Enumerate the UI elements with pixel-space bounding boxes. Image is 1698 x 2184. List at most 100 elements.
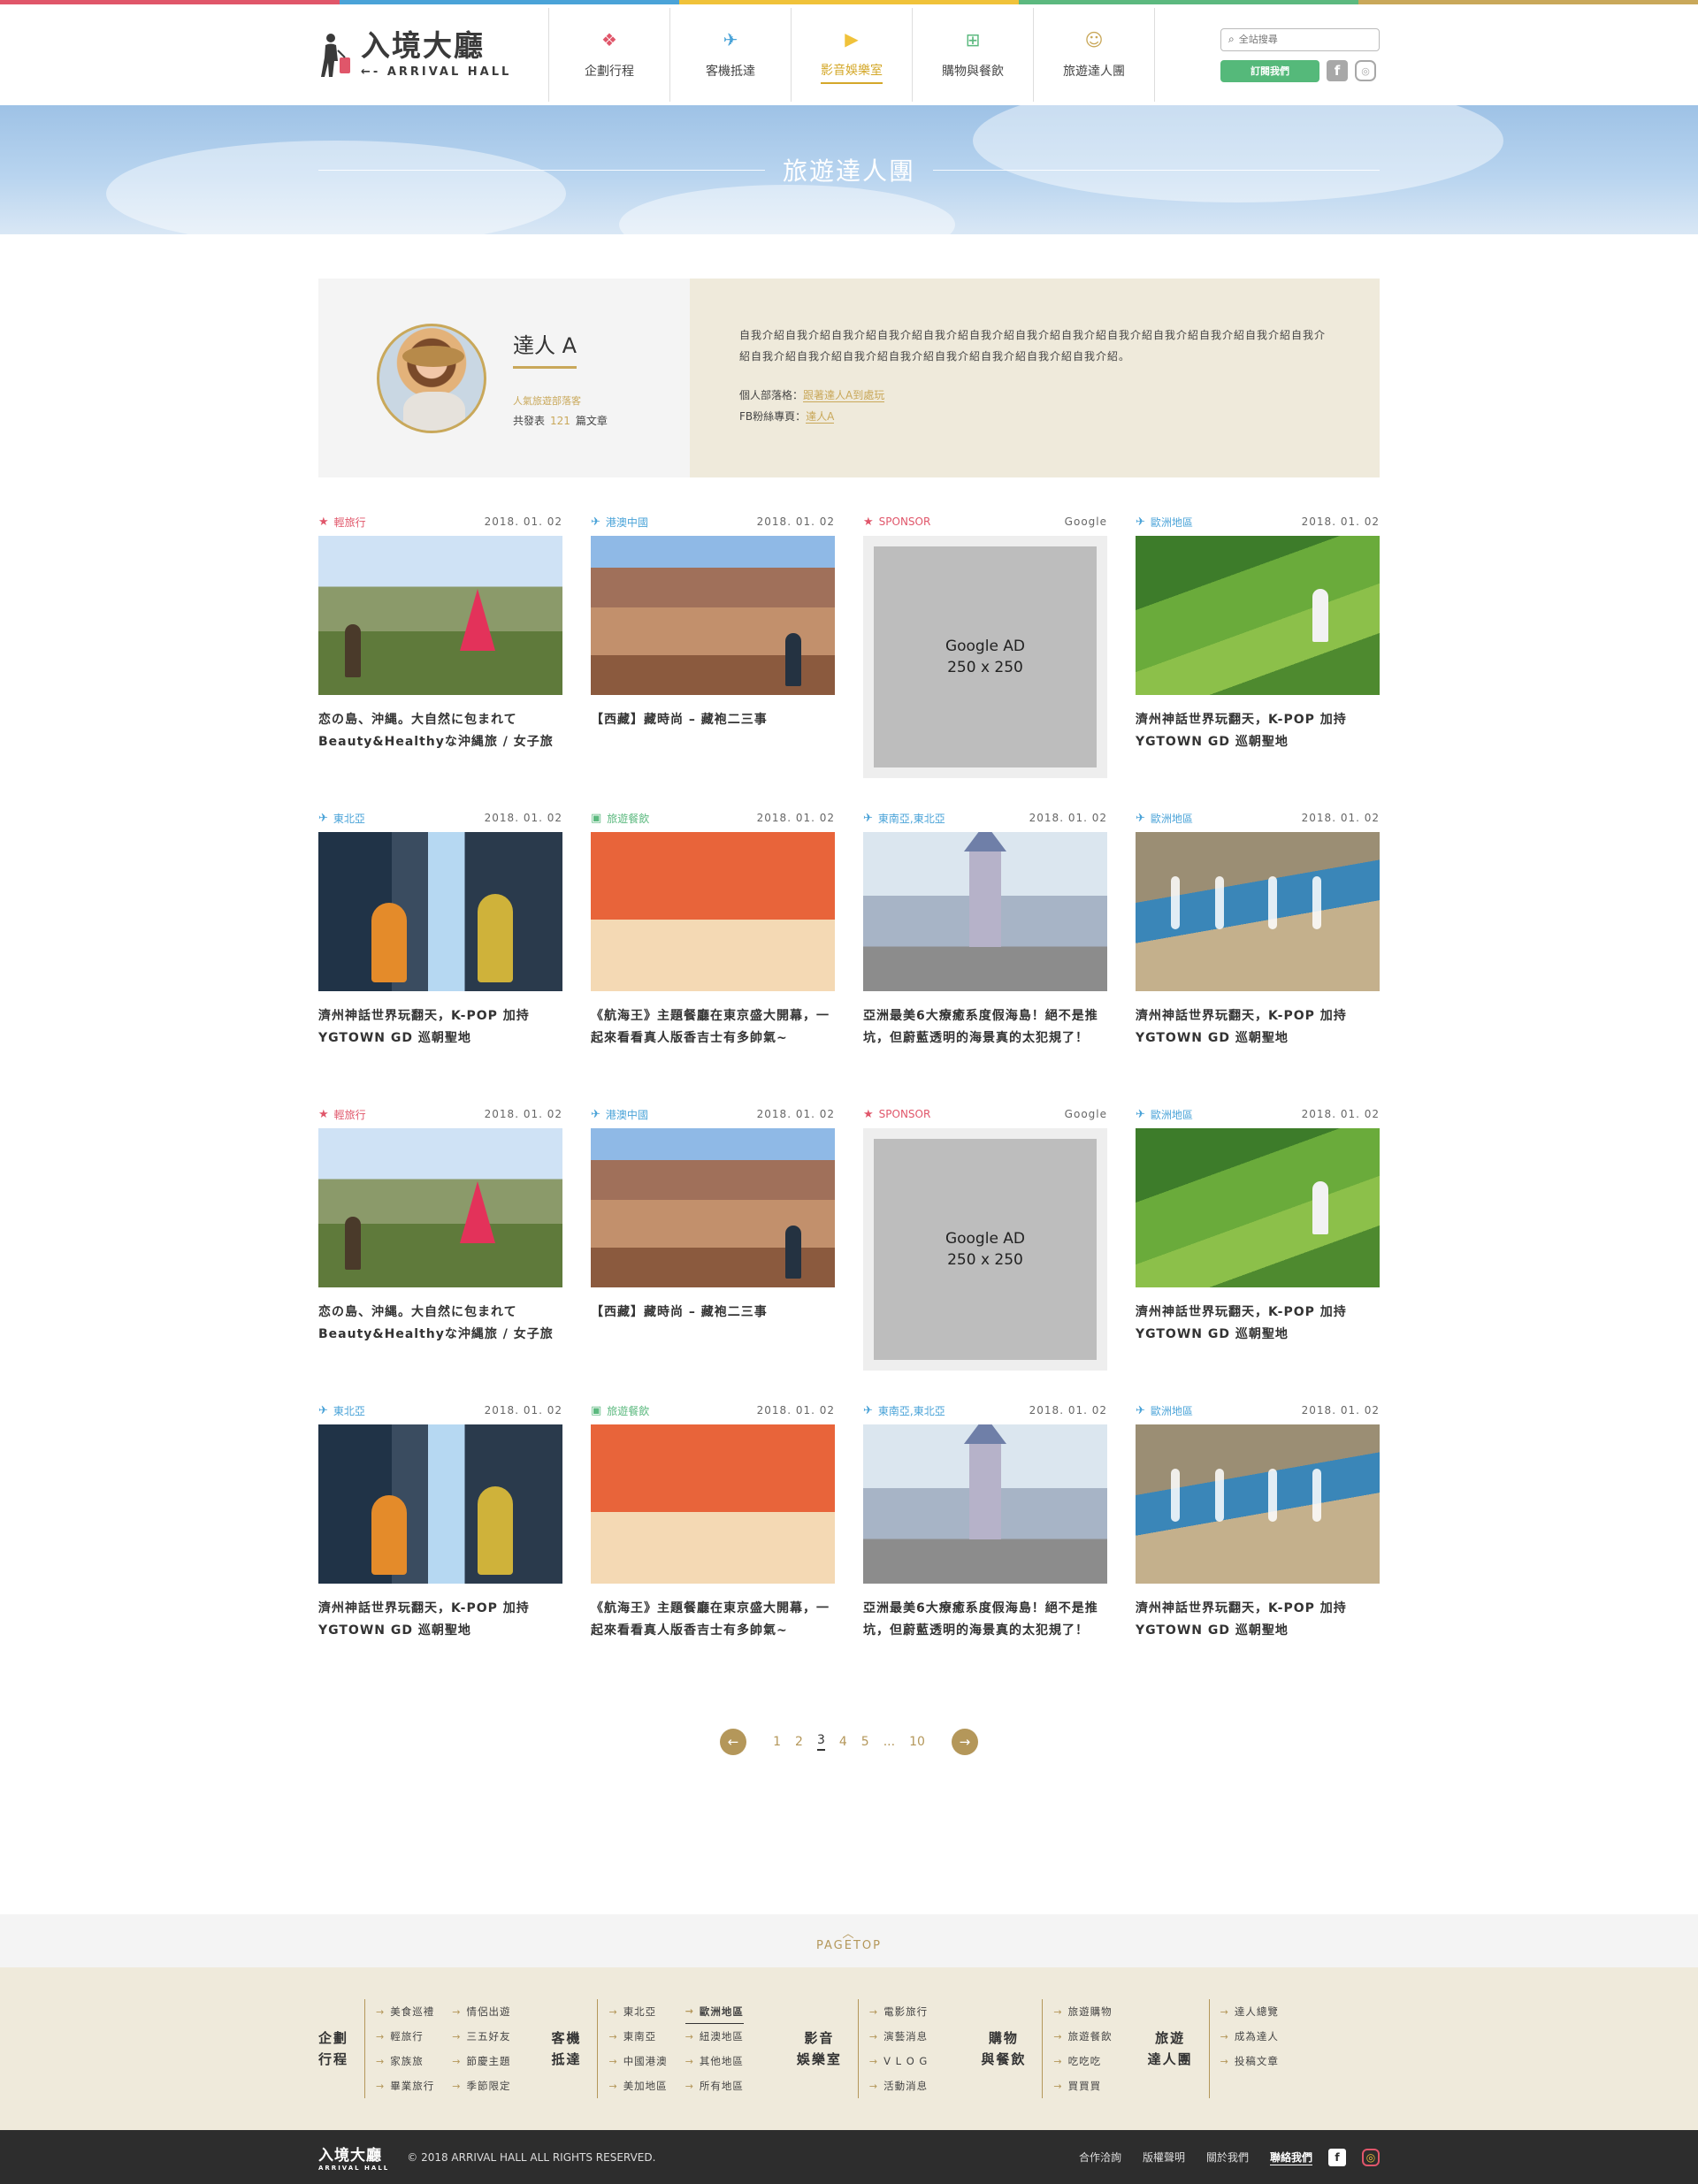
article-title[interactable]: 【西藏】藏時尚 – 藏袍二三事 (591, 1302, 835, 1324)
footer-link[interactable]: 活動消息 (869, 2073, 928, 2098)
category-tag[interactable]: ✈ 歐洲地區 (1136, 515, 1193, 530)
article-card[interactable]: ✈ 東南亞,東北亞 2018. 01. 02 亞洲最美6大療癒系度假海島！絕不是推坑，… (863, 1401, 1107, 1698)
article-card[interactable]: ✈ 歐洲地區 2018. 01. 02 濟州神話世界玩翻天，K-POP 加持YGTOW… (1136, 513, 1380, 809)
article-title[interactable]: 亞洲最美6大療癒系度假海島！絕不是推坑，但蔚藍透明的海景真的太犯規了！ (863, 1005, 1107, 1050)
blog-link[interactable]: 跟著達人A到處玩 (803, 389, 885, 402)
article-thumbnail[interactable] (318, 536, 562, 695)
category-tag[interactable]: ★ 輕旅行 (318, 515, 366, 530)
category-tag[interactable]: ▣ 旅遊餐飲 (591, 811, 649, 826)
footer-link[interactable]: 吃吃吃 (1053, 2049, 1112, 2073)
footer-link[interactable]: 其他地區 (685, 2049, 744, 2073)
next-page-button[interactable]: → (951, 1729, 978, 1755)
article-title[interactable]: 濟州神話世界玩翻天，K-POP 加持YGTOWN GD 巡朝聖地 (318, 1005, 562, 1050)
article-card[interactable]: ✈ 東北亞 2018. 01. 02 濟州神話世界玩翻天，K-POP 加持YGTOWN… (318, 1401, 562, 1698)
subscribe-button[interactable]: 訂閱我們 (1220, 59, 1319, 82)
nav-item-2[interactable]: ▶ 影音娛樂室 (792, 8, 913, 102)
footer-group-title[interactable]: 影音 娛樂室 (797, 2027, 858, 2070)
search-box[interactable]: ⌕ (1220, 27, 1380, 51)
site-logo[interactable]: 入境大廳 ←- ARRIVAL HALL (318, 31, 548, 79)
footer-link[interactable]: V L O G (869, 2049, 928, 2073)
article-thumbnail[interactable] (318, 1128, 562, 1287)
footer-link[interactable]: 旅遊餐飲 (1053, 2024, 1112, 2049)
article-thumbnail[interactable] (863, 1424, 1107, 1584)
article-thumbnail[interactable] (318, 1424, 562, 1584)
footer-group-title[interactable]: 企劃 行程 (318, 2027, 364, 2070)
article-card[interactable]: ▣ 旅遊餐飲 2018. 01. 02 《航海王》主題餐廳在東京盛大開幕，一起來看看真… (591, 1401, 835, 1698)
footer-link[interactable]: 投稿文章 (1220, 2049, 1279, 2073)
footer-group-title[interactable]: 購物 與餐飲 (981, 2027, 1042, 2070)
article-thumbnail[interactable] (591, 536, 835, 695)
article-thumbnail[interactable] (863, 832, 1107, 991)
footer-bottom-link[interactable]: 關於我們 (1206, 2150, 1249, 2165)
footer-link[interactable]: 美食巡禮 (376, 1999, 434, 2024)
article-thumbnail[interactable] (1136, 1424, 1380, 1584)
article-thumbnail[interactable] (591, 1128, 835, 1287)
footer-bottom-link[interactable]: 聯絡我們 (1269, 2150, 1312, 2165)
footer-link[interactable]: 東南亞 (608, 2024, 667, 2049)
footer-link[interactable]: 畢業旅行 (376, 2073, 434, 2098)
nav-item-1[interactable]: ✈ 客機抵達 (670, 8, 792, 102)
footer-bottom-link[interactable]: 合作洽詢 (1079, 2150, 1121, 2165)
footer-link[interactable]: 達人總覽 (1220, 1999, 1279, 2024)
category-tag[interactable]: ✈ 歐洲地區 (1136, 811, 1193, 826)
article-thumbnail[interactable] (318, 832, 562, 991)
article-title[interactable]: 濟州神話世界玩翻天，K-POP 加持YGTOWN GD 巡朝聖地 (1136, 709, 1380, 753)
ad-slot[interactable]: Google AD 250 x 250 (863, 1128, 1107, 1371)
footer-link[interactable]: 家族旅 (376, 2049, 434, 2073)
footer-link[interactable]: 季節限定 (452, 2073, 510, 2098)
footer-link[interactable]: 成為達人 (1220, 2024, 1279, 2049)
footer-link[interactable]: 輕旅行 (376, 2024, 434, 2049)
article-title[interactable]: 濟州神話世界玩翻天，K-POP 加持YGTOWN GD 巡朝聖地 (1136, 1005, 1380, 1050)
article-card[interactable]: ✈ 東南亞,東北亞 2018. 01. 02 亞洲最美6大療癒系度假海島！絕不是推坑，… (863, 809, 1107, 1105)
article-title[interactable]: 【西藏】藏時尚 – 藏袍二三事 (591, 709, 835, 731)
category-tag[interactable]: ★ SPONSOR (863, 515, 930, 529)
footer-link[interactable]: 買買買 (1053, 2073, 1112, 2098)
nav-item-0[interactable]: ❖ 企劃行程 (549, 8, 670, 102)
category-tag[interactable]: ★ 輕旅行 (318, 1107, 366, 1122)
article-card[interactable]: ✈ 東北亞 2018. 01. 02 濟州神話世界玩翻天，K-POP 加持YGTOWN… (318, 809, 562, 1105)
article-title[interactable]: 恋の島、沖縄。大自然に包まれてBeauty&Healthyな沖縄旅 / 女子旅 (318, 709, 562, 753)
article-card[interactable]: ✈ 港澳中國 2018. 01. 02 【西藏】藏時尚 – 藏袍二三事 (591, 1105, 835, 1401)
article-title[interactable]: 《航海王》主題餐廳在東京盛大開幕，一起來看看真人版香吉士有多帥氣~ (591, 1005, 835, 1050)
article-title[interactable]: 恋の島、沖縄。大自然に包まれてBeauty&Healthyな沖縄旅 / 女子旅 (318, 1302, 562, 1346)
footer-link[interactable]: 三五好友 (452, 2024, 510, 2049)
page-number[interactable]: 4 (839, 1735, 847, 1749)
facebook-icon[interactable]: f (1327, 60, 1348, 81)
nav-item-3[interactable]: ⊞ 購物與餐飲 (913, 8, 1034, 102)
footer-link[interactable]: 中國港澳 (608, 2049, 667, 2073)
page-number[interactable]: 1 (773, 1735, 781, 1749)
category-tag[interactable]: ★ SPONSOR (863, 1108, 930, 1121)
article-thumbnail[interactable] (1136, 1128, 1380, 1287)
page-number[interactable]: 2 (795, 1735, 803, 1749)
footer-link[interactable]: 紐澳地區 (685, 2024, 744, 2049)
article-card[interactable]: ✈ 歐洲地區 2018. 01. 02 濟州神話世界玩翻天，K-POP 加持YGTOW… (1136, 1401, 1380, 1698)
footer-link[interactable]: 情侶出遊 (452, 1999, 510, 2024)
ad-slot[interactable]: Google AD 250 x 250 (863, 536, 1107, 778)
category-tag[interactable]: ✈ 歐洲地區 (1136, 1107, 1193, 1122)
category-tag[interactable]: ✈ 港澳中國 (591, 1107, 648, 1122)
footer-link[interactable]: 歐洲地區 (685, 1999, 744, 2024)
footer-group-title[interactable]: 旅遊 達人團 (1148, 2027, 1209, 2070)
category-tag[interactable]: ✈ 東北亞 (318, 1403, 365, 1418)
article-card[interactable]: ★ 輕旅行 2018. 01. 02 恋の島、沖縄。大自然に包まれてBeauty&He… (318, 1105, 562, 1401)
footer-logo[interactable]: 入境大廳 ARRIVAL HALL (318, 2142, 389, 2172)
page-number[interactable]: 5 (861, 1735, 869, 1749)
article-title[interactable]: 亞洲最美6大療癒系度假海島！絕不是推坑，但蔚藍透明的海景真的太犯規了！ (863, 1598, 1107, 1642)
prev-page-button[interactable]: ← (720, 1729, 747, 1755)
footer-group-title[interactable]: 客機 抵達 (551, 2027, 597, 2070)
footer-bottom-link[interactable]: 版權聲明 (1143, 2150, 1185, 2165)
footer-link[interactable]: 所有地區 (685, 2073, 744, 2098)
article-card[interactable]: ✈ 歐洲地區 2018. 01. 02 濟州神話世界玩翻天，K-POP 加持YGTOW… (1136, 809, 1380, 1105)
article-title[interactable]: 《航海王》主題餐廳在東京盛大開幕，一起來看看真人版香吉士有多帥氣~ (591, 1598, 835, 1642)
article-thumbnail[interactable] (591, 832, 835, 991)
article-card[interactable]: ✈ 歐洲地區 2018. 01. 02 濟州神話世界玩翻天，K-POP 加持YGTOW… (1136, 1105, 1380, 1401)
article-title[interactable]: 濟州神話世界玩翻天，K-POP 加持YGTOWN GD 巡朝聖地 (1136, 1302, 1380, 1346)
article-thumbnail[interactable] (1136, 832, 1380, 991)
page-number[interactable]: 10 (909, 1735, 925, 1749)
page-number[interactable]: 3 (816, 1733, 825, 1751)
search-input[interactable] (1238, 34, 1363, 45)
footer-link[interactable]: 東北亞 (608, 1999, 667, 2024)
article-card[interactable]: ★ 輕旅行 2018. 01. 02 恋の島、沖縄。大自然に包まれてBeauty&He… (318, 513, 562, 809)
article-card[interactable]: ✈ 港澳中國 2018. 01. 02 【西藏】藏時尚 – 藏袍二三事 (591, 513, 835, 809)
article-title[interactable]: 濟州神話世界玩翻天，K-POP 加持YGTOWN GD 巡朝聖地 (1136, 1598, 1380, 1642)
